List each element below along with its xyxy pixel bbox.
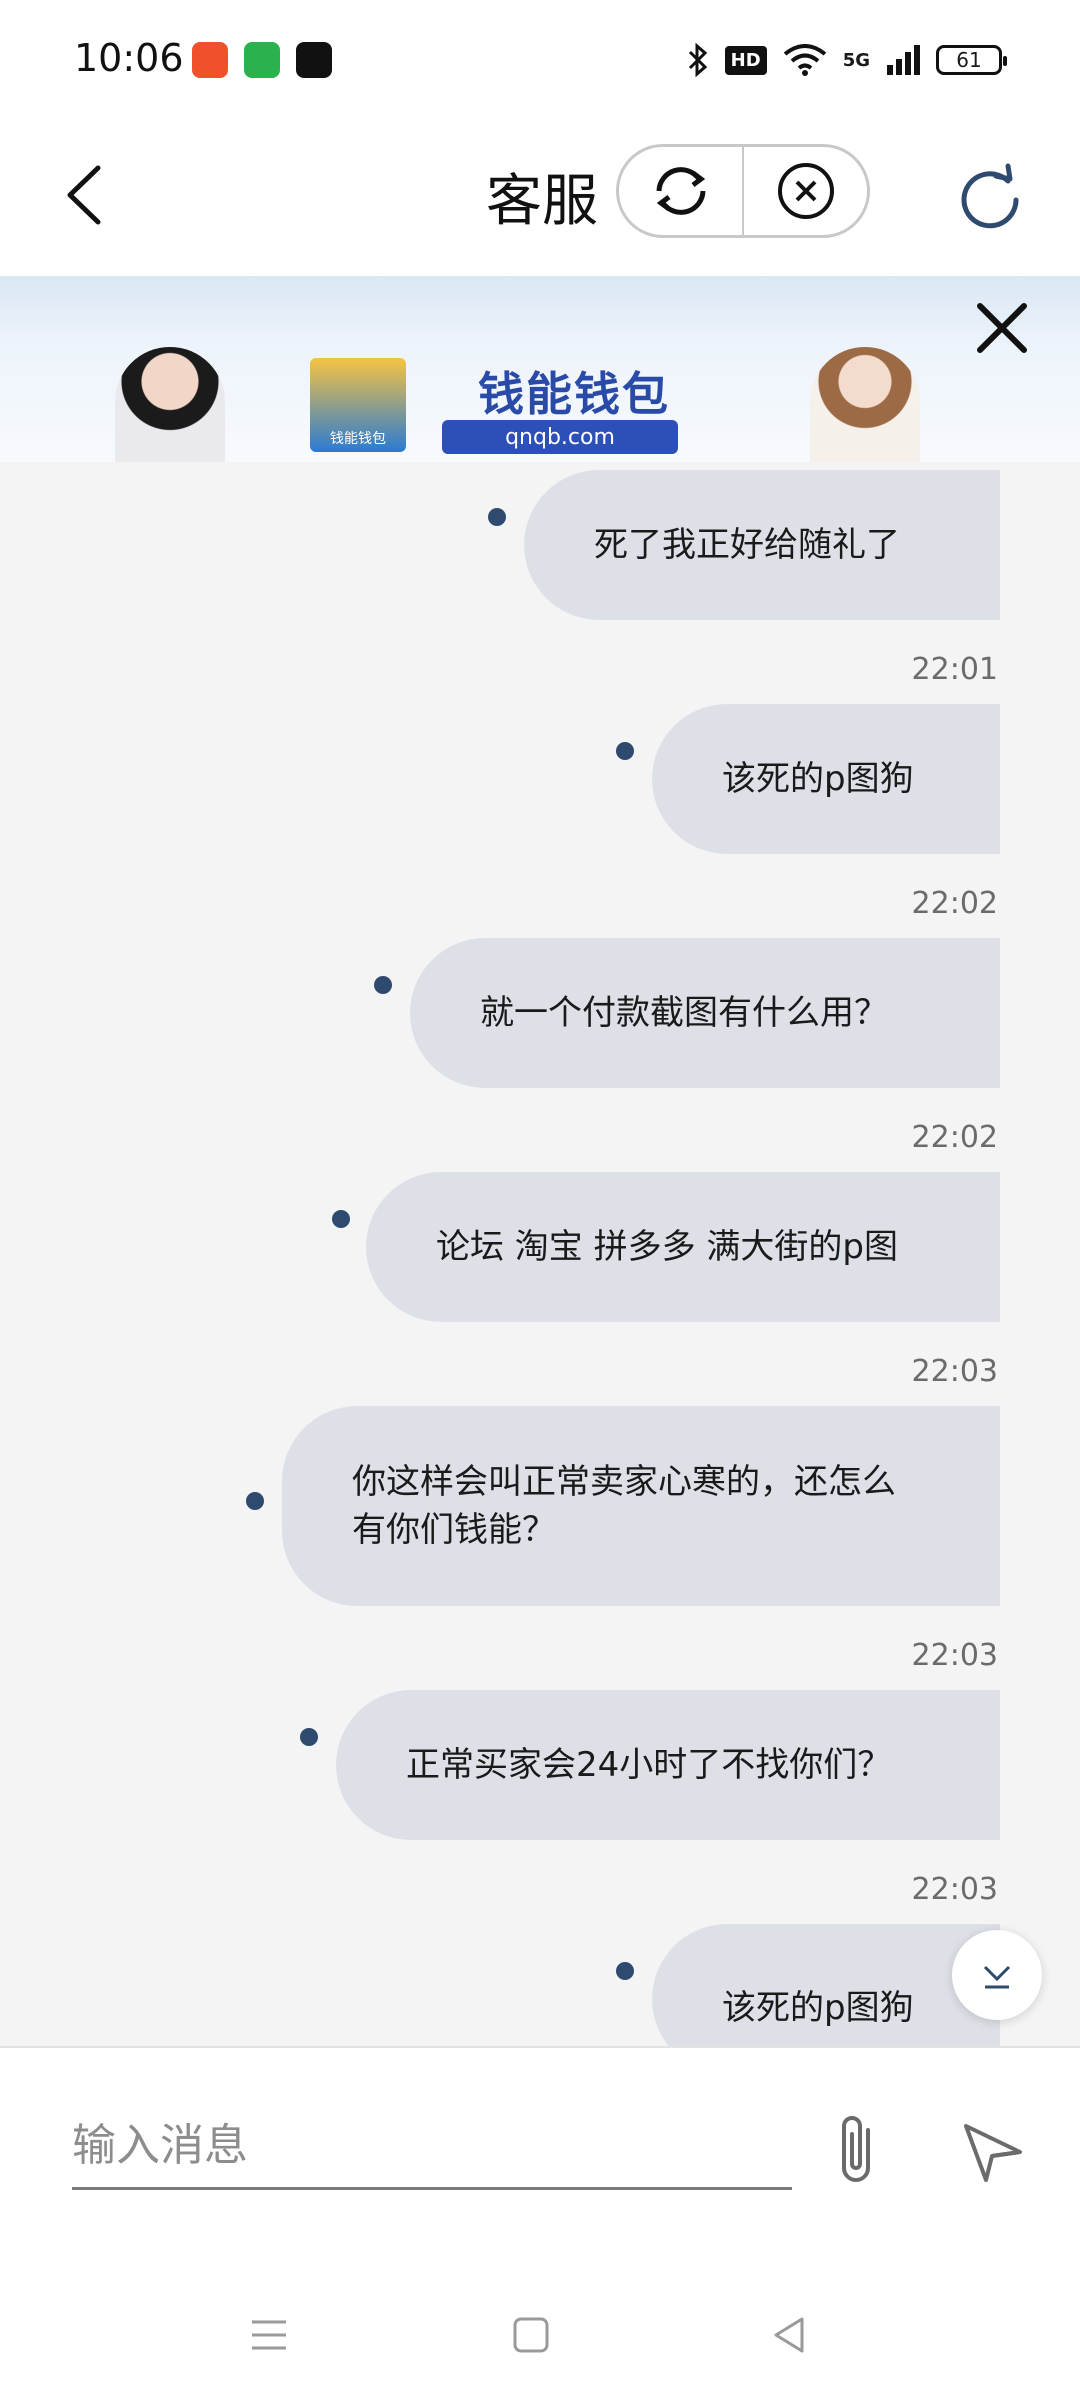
back-arrow-icon[interactable] bbox=[50, 160, 120, 230]
page-title: 客服 bbox=[486, 169, 598, 234]
hd-icon: HD bbox=[724, 45, 767, 75]
network-type: 5G bbox=[842, 49, 870, 71]
message-time: 22:01 bbox=[911, 652, 998, 687]
chat-bubble[interactable]: 该死的p图狗 bbox=[652, 1924, 1000, 2046]
status-indicators: HD 5G 61 bbox=[687, 40, 1007, 80]
home-icon[interactable] bbox=[506, 2310, 556, 2360]
ad-model-image bbox=[115, 347, 225, 462]
ad-brand-name: 钱能钱包 bbox=[478, 367, 670, 421]
chat-bubble[interactable]: 你这样会叫正常卖家心寒的，还怎么有你们钱能？ bbox=[282, 1406, 1000, 1606]
scroll-to-bottom-button[interactable] bbox=[952, 1930, 1042, 2020]
logo-caption: 钱能钱包 bbox=[330, 431, 386, 447]
system-nav-bar bbox=[0, 2266, 1080, 2400]
close-icon[interactable] bbox=[972, 298, 1032, 358]
switch-button[interactable] bbox=[619, 147, 742, 235]
messages-app-icon bbox=[244, 42, 280, 78]
top-app-bar: 客服 bbox=[0, 120, 1080, 276]
send-icon[interactable] bbox=[960, 2118, 1026, 2184]
chat-bubble[interactable]: 死了我正好给随礼了 bbox=[524, 470, 1000, 620]
chevron-down-icon bbox=[983, 1965, 1011, 1989]
status-bar: 10:06 HD 5G 61 bbox=[0, 0, 1080, 120]
message-time: 22:03 bbox=[911, 1354, 998, 1389]
video-app-icon bbox=[192, 42, 228, 78]
message-time: 22:02 bbox=[911, 886, 998, 921]
ad-banner[interactable]: 钱能钱包 钱能钱包 qnqb.com bbox=[0, 276, 1080, 462]
sent-dot bbox=[488, 508, 506, 526]
composer bbox=[0, 2046, 1080, 2266]
ad-domain: qnqb.com bbox=[442, 420, 678, 454]
battery-icon: 61 bbox=[936, 45, 1007, 75]
chat-bubble[interactable]: 正常买家会24小时了不找你们？ bbox=[336, 1690, 1000, 1840]
status-time: 10:06 bbox=[74, 36, 184, 80]
chat-list[interactable]: 死了我正好给随礼了 22:01 该死的p图狗 22:02 就一个付款截图有什么用… bbox=[0, 462, 1080, 2046]
menu-icon[interactable] bbox=[244, 2310, 294, 2360]
message-time: 22:03 bbox=[911, 1872, 998, 1907]
mini-program-capsule bbox=[616, 144, 870, 238]
signal-icon bbox=[887, 45, 920, 75]
chat-bubble[interactable]: 论坛 淘宝 拼多多 满大街的p图 bbox=[366, 1172, 1000, 1322]
wifi-icon bbox=[783, 44, 826, 76]
sent-dot bbox=[300, 1728, 318, 1746]
sent-dot bbox=[246, 1492, 264, 1510]
chat-bubble[interactable]: 就一个付款截图有什么用？ bbox=[410, 938, 1000, 1088]
cycle-arrows-icon bbox=[656, 167, 705, 215]
message-time: 22:03 bbox=[911, 1638, 998, 1673]
tiktok-icon bbox=[296, 42, 332, 78]
chat-bubble[interactable]: 该死的p图狗 bbox=[652, 704, 1000, 854]
close-circle-icon bbox=[777, 163, 834, 219]
refresh-icon[interactable] bbox=[950, 160, 1030, 240]
message-input[interactable] bbox=[72, 2104, 792, 2190]
message-time: 22:02 bbox=[911, 1120, 998, 1155]
paperclip-icon[interactable] bbox=[828, 2110, 888, 2190]
sent-dot bbox=[332, 1210, 350, 1228]
ad-model-image bbox=[810, 347, 920, 462]
close-mini-program-button[interactable] bbox=[744, 147, 867, 235]
sent-dot bbox=[616, 1962, 634, 1980]
sent-dot bbox=[374, 976, 392, 994]
back-triangle-icon[interactable] bbox=[764, 2310, 814, 2360]
sent-dot bbox=[616, 742, 634, 760]
bluetooth-icon bbox=[688, 43, 707, 77]
